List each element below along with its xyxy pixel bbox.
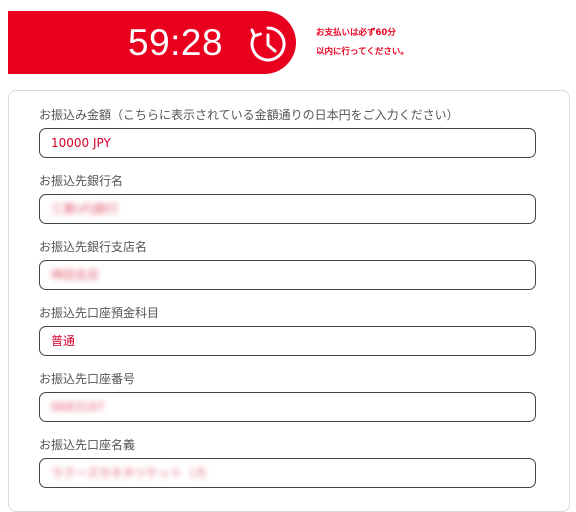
branch-name-label: お振込先銀行支店名 <box>39 240 148 254</box>
bank-name-field[interactable]: 三菱UFJ銀行 <box>39 194 536 224</box>
countdown-timer-bar: 59:28 <box>8 11 296 74</box>
stopwatch-icon <box>250 26 286 62</box>
amount-field[interactable]: 10000 JPY <box>39 128 536 158</box>
notice-line-1: お支払いは必ず60分 <box>316 28 396 38</box>
account-type-field[interactable]: 普通 <box>39 326 536 356</box>
account-holder-field[interactable]: ラクーズカネタツケット（カ <box>39 458 536 488</box>
branch-name-field[interactable]: 神田支店 <box>39 260 536 290</box>
account-holder-value: ラクーズカネタツケット（カ <box>51 466 207 480</box>
account-holder-label: お振込先口座名義 <box>39 438 136 452</box>
payment-time-notice: お支払いは必ず60分 以内に行ってください。 <box>316 24 409 62</box>
notice-line-2: 以内に行ってください。 <box>316 47 409 57</box>
amount-label: お振込み金額（こちらに表示されている金額通りの日本円をご入力ください） <box>39 108 459 122</box>
branch-name-value: 神田支店 <box>51 268 100 282</box>
account-number-value: 0683197 <box>51 400 105 414</box>
bank-name-value: 三菱UFJ銀行 <box>51 202 119 216</box>
account-number-label: お振込先口座番号 <box>39 372 136 386</box>
account-number-field[interactable]: 0683197 <box>39 392 536 422</box>
countdown-time: 59:28 <box>128 22 224 63</box>
account-type-label: お振込先口座預金科目 <box>39 306 160 320</box>
bank-name-label: お振込先銀行名 <box>39 174 124 188</box>
